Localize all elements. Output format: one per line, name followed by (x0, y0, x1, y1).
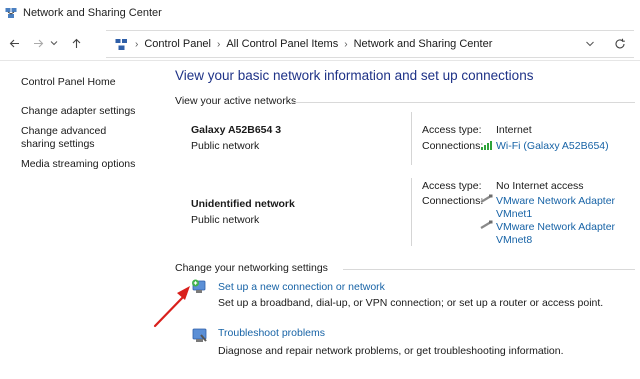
recent-locations-button[interactable] (48, 33, 60, 53)
vmnet8-connection-link[interactable]: VMware Network Adapter (496, 221, 615, 233)
networking-settings-label: Change your networking settings (175, 262, 328, 274)
network-type: Public network (191, 214, 260, 226)
address-dropdown-button[interactable] (580, 34, 600, 54)
arrow-right-icon (33, 39, 43, 47)
window-title: Network and Sharing Center (23, 7, 162, 19)
chevron-right-icon: › (135, 38, 139, 50)
setup-connection-description: Set up a broadband, dial-up, or VPN conn… (218, 297, 604, 309)
access-type-label: Access type: (422, 124, 482, 136)
forward-button[interactable] (28, 33, 48, 53)
access-type-label: Access type: (422, 180, 482, 192)
vmnet1-connection-link[interactable]: VMware Network Adapter (496, 195, 615, 207)
page-title: View your basic network information and … (175, 68, 534, 83)
arrow-left-icon (9, 39, 19, 47)
sidebar-item-control-panel-home[interactable]: Control Panel Home (21, 76, 161, 89)
control-panel-icon (115, 38, 127, 50)
refresh-button[interactable] (610, 34, 630, 54)
breadcrumb-all-items[interactable]: All Control Panel Items (226, 38, 338, 50)
connections-label: Connections: (422, 140, 484, 152)
back-button[interactable] (4, 33, 24, 53)
sidebar-item-advanced-sharing[interactable]: Change advanced sharing settings (21, 125, 141, 151)
annotation-arrow-icon (153, 286, 190, 328)
connections-label: Connections: (422, 195, 484, 207)
toolbar-divider (0, 60, 640, 61)
access-type-value: No Internet access (496, 180, 584, 192)
title-bar: Network and Sharing Center (0, 0, 640, 26)
network-cable-icon (480, 220, 493, 229)
chevron-right-icon: › (217, 38, 221, 50)
chevron-down-icon (50, 41, 58, 46)
network-type: Public network (191, 140, 260, 152)
address-bar[interactable]: › Control Panel › All Control Panel Item… (106, 30, 634, 58)
sidebar: Control Panel Home Change adapter settin… (21, 76, 161, 178)
wifi-signal-icon (481, 141, 492, 150)
network-divider (411, 112, 412, 165)
up-button[interactable] (66, 33, 86, 53)
vmnet8-connection-link-line2[interactable]: VMnet8 (496, 234, 532, 246)
refresh-icon (615, 38, 625, 49)
breadcrumb-control-panel[interactable]: Control Panel (144, 38, 211, 50)
vmnet1-connection-link-line2[interactable]: VMnet1 (496, 208, 532, 220)
chevron-down-icon (586, 41, 594, 47)
network-center-icon (5, 8, 17, 18)
sidebar-item-change-adapter[interactable]: Change adapter settings (21, 105, 161, 118)
network-name: Unidentified network (191, 198, 295, 210)
arrow-up-icon (72, 38, 80, 48)
wifi-connection-link[interactable]: Wi-Fi (Galaxy A52B654) (496, 140, 609, 152)
navigation-bar: › Control Panel › All Control Panel Item… (0, 26, 640, 60)
troubleshoot-link[interactable]: Troubleshoot problems (218, 327, 325, 339)
troubleshoot-description: Diagnose and repair network problems, or… (218, 345, 564, 357)
network-cable-icon (480, 194, 493, 203)
access-type-value: Internet (496, 124, 532, 136)
setup-connection-link[interactable]: Set up a new connection or network (218, 281, 385, 293)
section-divider (293, 102, 635, 103)
chevron-right-icon: › (344, 38, 348, 50)
sidebar-item-media-streaming[interactable]: Media streaming options (21, 158, 161, 171)
active-networks-label: View your active networks (175, 95, 297, 107)
network-name: Galaxy A52B654 3 (191, 124, 282, 136)
breadcrumb-network-center[interactable]: Network and Sharing Center (354, 38, 493, 50)
section-divider (343, 269, 635, 270)
network-divider (411, 178, 412, 246)
